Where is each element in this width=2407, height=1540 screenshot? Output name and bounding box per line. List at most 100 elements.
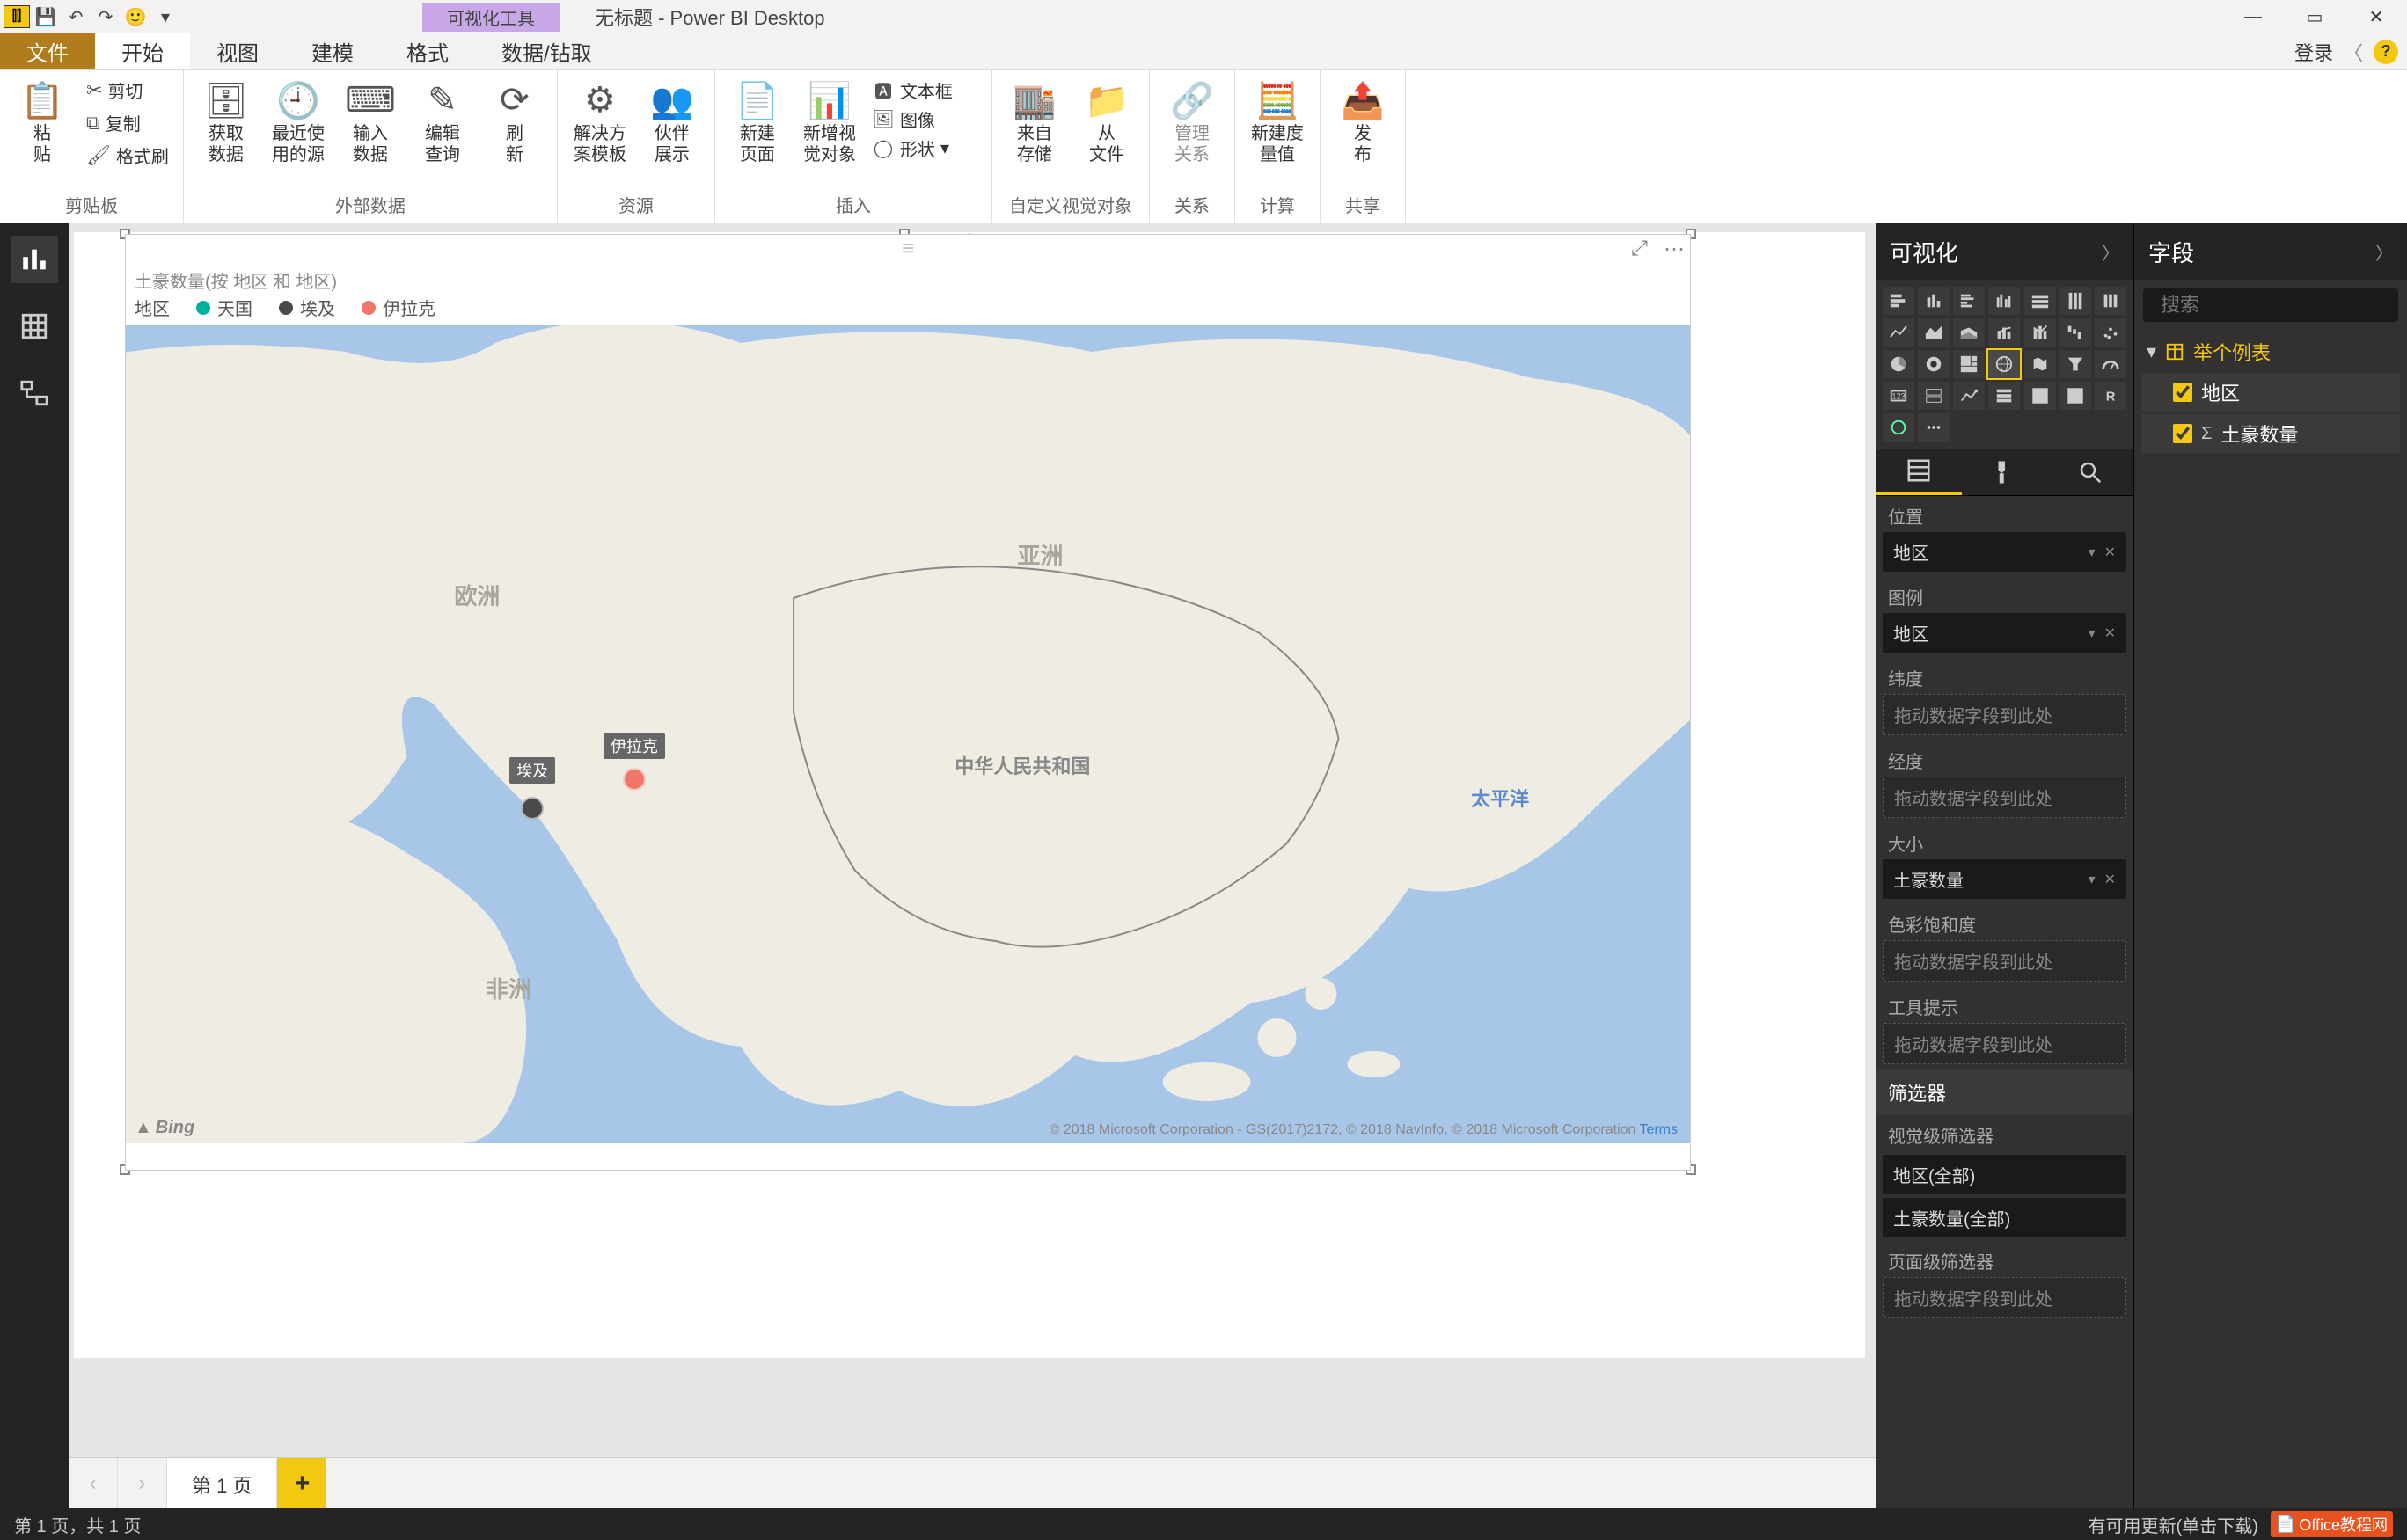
close-button[interactable]: ✕: [2345, 0, 2407, 33]
viz-filled-map-icon[interactable]: [2024, 350, 2056, 378]
solution-templates-button[interactable]: ⚙解决方 案模板: [567, 76, 633, 165]
paste-button[interactable]: 📋粘 贴: [9, 76, 76, 165]
tab-format[interactable]: 格式: [380, 33, 475, 69]
field-checkbox[interactable]: [2173, 383, 2192, 402]
datapoint-egypt[interactable]: [521, 797, 544, 820]
map-surface[interactable]: 欧洲 亚洲 非洲 中华人民共和国 太平洋 伊拉克 埃及 ▲ Bing © 201…: [126, 325, 1690, 1143]
viz-matrix-icon[interactable]: [2059, 382, 2091, 410]
page-prev-button[interactable]: ‹: [69, 1458, 118, 1508]
minimize-button[interactable]: —: [2222, 0, 2284, 33]
viz-r-icon[interactable]: R: [2095, 382, 2126, 410]
pane-header-fields[interactable]: 字段〉: [2134, 223, 2407, 280]
format-tab-icon[interactable]: [1962, 449, 2048, 495]
from-store-button[interactable]: 🏬来自 存储: [1001, 76, 1068, 165]
well-placeholder[interactable]: 拖动数据字段到此处: [1883, 1277, 2126, 1318]
search-input[interactable]: [2161, 294, 2407, 317]
report-view-icon[interactable]: [11, 236, 58, 283]
viz-slicer-icon[interactable]: [1988, 382, 2020, 410]
viz-donut-icon[interactable]: [1918, 350, 1950, 378]
well-placeholder[interactable]: 拖动数据字段到此处: [1883, 694, 2126, 735]
focus-mode-icon[interactable]: ⤢: [1631, 237, 1648, 262]
pane-header-visualizations[interactable]: 可视化〉: [1876, 223, 2133, 280]
well-placeholder[interactable]: 拖动数据字段到此处: [1883, 1023, 2126, 1064]
file-tab[interactable]: 文件: [0, 33, 95, 69]
viz-kpi-icon[interactable]: [1953, 382, 1985, 410]
viz-clustered-column-icon[interactable]: [1988, 287, 2020, 315]
qat-dropdown-icon[interactable]: ▾: [155, 6, 176, 27]
format-painter-button[interactable]: 🖌格式刷: [81, 141, 174, 170]
new-visual-button[interactable]: 📊新增视 觉对象: [796, 76, 863, 165]
recent-sources-button[interactable]: 🕘最近使 用的源: [265, 76, 332, 165]
viz-combo-line-stacked-icon[interactable]: [2024, 318, 2056, 347]
viz-stacked-bar-icon[interactable]: [1883, 287, 1914, 315]
viz-gauge-icon[interactable]: [2095, 350, 2126, 378]
viz-multi-row-card-icon[interactable]: [1918, 382, 1950, 410]
tab-modeling[interactable]: 建模: [285, 33, 380, 69]
collapse-ribbon-icon[interactable]: 〈: [2344, 38, 2363, 66]
from-file-button[interactable]: 📁从 文件: [1073, 76, 1140, 165]
filters-section-header[interactable]: 筛选器: [1876, 1069, 2133, 1115]
help-icon[interactable]: ?: [2374, 40, 2398, 64]
publish-button[interactable]: 📤发 布: [1329, 76, 1396, 165]
viz-ribbon-icon[interactable]: [2095, 287, 2126, 315]
map-visual[interactable]: ≡ ⤢ ⋯ 土豪数量(按 地区 和 地区) 地区 天国 埃及 伊拉克: [125, 234, 1691, 1171]
visual-dragdown-icon[interactable]: ≡: [902, 237, 914, 261]
chevron-down-icon[interactable]: ▾: [2089, 544, 2096, 561]
viz-more-icon[interactable]: [1918, 413, 1950, 442]
field-row[interactable]: Σ 土豪数量: [2141, 414, 2400, 453]
image-button[interactable]: 🖼图像: [868, 105, 983, 134]
visual-options-icon[interactable]: ⋯: [1664, 237, 1685, 262]
page-next-button[interactable]: ›: [118, 1458, 167, 1508]
model-view-icon[interactable]: [11, 369, 58, 417]
well-placeholder[interactable]: 拖动数据字段到此处: [1883, 777, 2126, 818]
edit-queries-button[interactable]: ✎编辑 查询: [409, 76, 476, 165]
copy-button[interactable]: ⧉复制: [81, 108, 174, 137]
well-chip-size[interactable]: 土豪数量▾✕: [1883, 859, 2126, 899]
viz-combo-line-column-icon[interactable]: [1988, 318, 2020, 347]
maximize-button[interactable]: ▭: [2284, 0, 2345, 33]
viz-treemap-icon[interactable]: [1953, 350, 1985, 378]
well-chip-legend[interactable]: 地区▾✕: [1883, 613, 2126, 653]
page-tab[interactable]: 第 1 页: [167, 1458, 277, 1508]
fields-tab-icon[interactable]: [1876, 449, 1962, 495]
shapes-button[interactable]: ◯形状 ▾: [868, 134, 983, 163]
signin-link[interactable]: 登录: [2294, 38, 2333, 66]
filter-chip[interactable]: 土豪数量(全部): [1883, 1198, 2126, 1237]
analytics-tab-icon[interactable]: [2047, 449, 2133, 495]
tab-home[interactable]: 开始: [95, 33, 190, 69]
viz-table-icon[interactable]: [2024, 382, 2056, 410]
table-node[interactable]: ▾ 举个例表: [2134, 331, 2407, 373]
cut-button[interactable]: ✂剪切: [81, 76, 174, 105]
viz-stacked-column-icon[interactable]: [1918, 287, 1950, 315]
text-box-button[interactable]: 🅰文本框: [868, 76, 983, 105]
tab-data-drill[interactable]: 数据/钻取: [475, 33, 618, 69]
datapoint-iraq[interactable]: [623, 768, 646, 791]
well-placeholder[interactable]: 拖动数据字段到此处: [1883, 940, 2126, 982]
viz-area-icon[interactable]: [1918, 318, 1950, 347]
viz-scatter-icon[interactable]: [2095, 318, 2126, 347]
viz-stacked-area-icon[interactable]: [1953, 318, 1985, 347]
viz-pie-icon[interactable]: [1883, 350, 1914, 378]
filter-chip[interactable]: 地区(全部): [1883, 1155, 2126, 1194]
well-chip-location[interactable]: 地区▾✕: [1883, 532, 2126, 572]
viz-funnel-icon[interactable]: [2059, 350, 2091, 378]
enter-data-button[interactable]: ⌨︎输入 数据: [337, 76, 404, 165]
refresh-button[interactable]: ⟳刷 新: [481, 76, 548, 165]
undo-icon[interactable]: ↶: [65, 6, 86, 27]
manage-relationships-button[interactable]: 🔗管理 关系: [1159, 76, 1225, 165]
data-view-icon[interactable]: [11, 303, 58, 350]
tab-view[interactable]: 视图: [190, 33, 285, 69]
viz-map-icon[interactable]: [1988, 350, 2020, 378]
terms-link[interactable]: Terms: [1639, 1122, 1678, 1137]
save-icon[interactable]: 💾: [35, 6, 56, 27]
viz-arcgis-icon[interactable]: [1883, 413, 1914, 442]
viz-clustered-bar-icon[interactable]: [1953, 287, 1985, 315]
viz-100pct-bar-icon[interactable]: [2024, 287, 2056, 315]
viz-line-icon[interactable]: [1883, 318, 1914, 347]
close-icon[interactable]: ✕: [2104, 544, 2116, 561]
viz-100pct-column-icon[interactable]: [2059, 287, 2091, 315]
status-update-link[interactable]: 有可用更新(单击下载): [2089, 1512, 2258, 1537]
viz-card-icon[interactable]: 123: [1883, 382, 1914, 410]
fields-search-box[interactable]: [2143, 288, 2398, 322]
field-checkbox[interactable]: [2173, 424, 2192, 443]
